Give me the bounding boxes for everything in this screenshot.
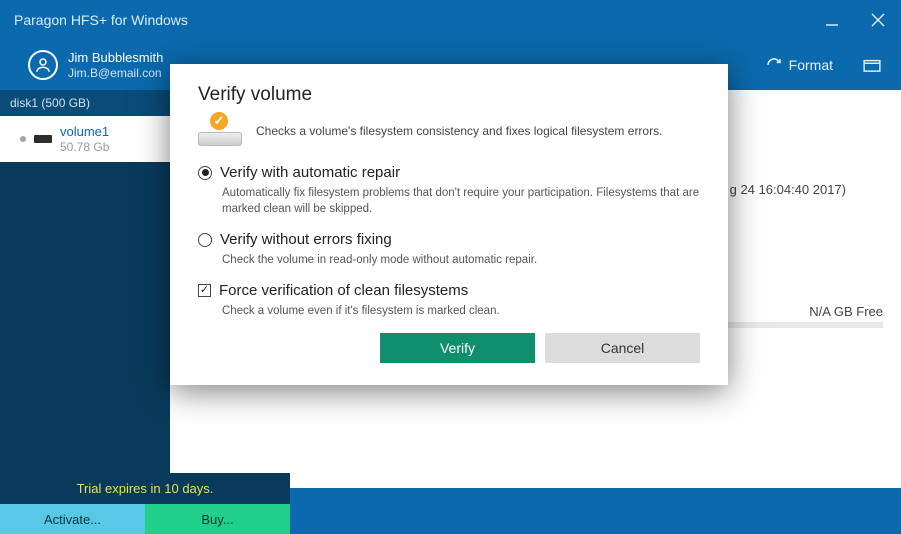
radio-icon bbox=[198, 166, 212, 180]
option-label: Verify with automatic repair bbox=[220, 164, 400, 181]
option-sub: Check a volume even if it's filesystem i… bbox=[222, 303, 700, 319]
option-force-verify[interactable]: Force verification of clean filesystems bbox=[198, 282, 700, 299]
option-no-fix[interactable]: Verify without errors fixing bbox=[198, 231, 700, 248]
cancel-button[interactable]: Cancel bbox=[545, 333, 700, 363]
verify-button[interactable]: Verify bbox=[380, 333, 535, 363]
modal-overlay: Verify volume ✓ Checks a volume's filesy… bbox=[0, 0, 901, 534]
option-label: Force verification of clean filesystems bbox=[219, 282, 468, 299]
checkbox-icon bbox=[198, 284, 211, 297]
option-label: Verify without errors fixing bbox=[220, 231, 392, 248]
dialog-description: Checks a volume's filesystem consistency… bbox=[256, 124, 662, 138]
option-sub: Automatically fix filesystem problems th… bbox=[222, 185, 700, 217]
radio-icon bbox=[198, 233, 212, 247]
option-sub: Check the volume in read-only mode witho… bbox=[222, 252, 700, 268]
dialog-title: Verify volume bbox=[198, 84, 700, 106]
verify-dialog: Verify volume ✓ Checks a volume's filesy… bbox=[170, 64, 728, 385]
option-auto-repair[interactable]: Verify with automatic repair bbox=[198, 164, 700, 181]
disk-check-icon: ✓ bbox=[198, 116, 242, 146]
